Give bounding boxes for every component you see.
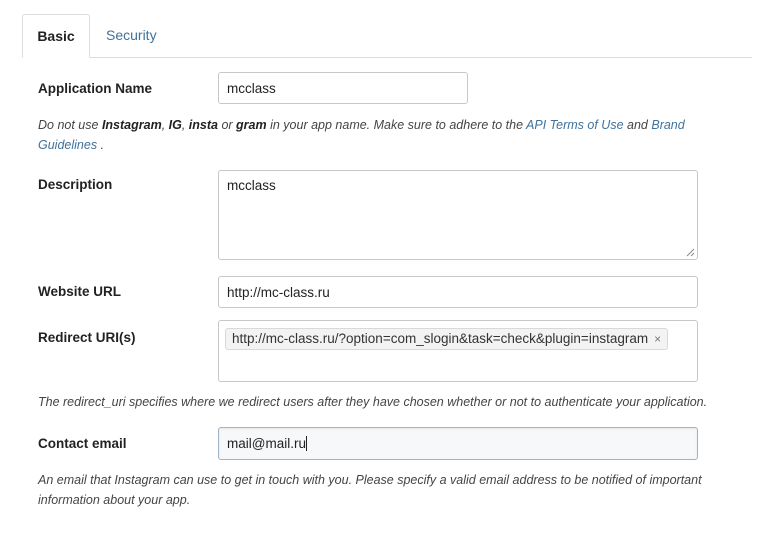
redirect-uri-input[interactable]: http://mc-class.ru/?option=com_slogin&ta…	[218, 320, 698, 382]
app-name-label: Application Name	[38, 81, 153, 96]
description-label: Description	[38, 177, 113, 192]
contact-email-input[interactable]: mail@mail.ru	[218, 427, 698, 460]
contact-email-hint: An email that Instagram can use to get i…	[38, 473, 702, 507]
website-url-label: Website URL	[38, 284, 122, 299]
token-remove-icon[interactable]: ×	[654, 332, 661, 346]
app-name-hint: Do not use Instagram, IG, insta or gram …	[38, 118, 685, 152]
website-url-input[interactable]	[218, 276, 698, 308]
text-caret	[305, 436, 307, 451]
contact-email-label: Contact email	[38, 436, 127, 451]
brand-guidelines-link-cont[interactable]: Guidelines	[38, 138, 97, 152]
redirect-uri-token-text: http://mc-class.ru/?option=com_slogin&ta…	[232, 331, 649, 346]
tab-security[interactable]: Security	[106, 14, 157, 56]
redirect-uri-label: Redirect URI(s)	[38, 330, 136, 345]
tab-bar: Basic Security	[22, 14, 752, 58]
contact-email-value: mail@mail.ru	[227, 436, 306, 451]
redirect-uri-token: http://mc-class.ru/?option=com_slogin&ta…	[225, 328, 669, 350]
resize-grip-icon[interactable]	[686, 248, 695, 257]
app-name-input[interactable]	[218, 72, 468, 104]
description-textarea[interactable]: mcclass	[218, 170, 698, 260]
brand-guidelines-link[interactable]: Brand	[651, 118, 684, 132]
tab-basic[interactable]: Basic	[22, 14, 90, 58]
redirect-uri-hint: The redirect_uri specifies where we redi…	[38, 395, 708, 409]
api-terms-link[interactable]: API Terms of Use	[526, 118, 624, 132]
